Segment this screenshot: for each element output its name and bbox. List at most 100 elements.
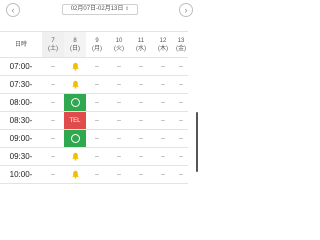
time-slot-row: 10:00- – – – – – – [0, 165, 188, 184]
day-of-week: (火) [114, 45, 124, 52]
slot-cell: – [152, 75, 174, 94]
slot-cell: – [174, 57, 188, 76]
day-date: 13 [177, 37, 185, 44]
day-date: 8 [73, 37, 77, 44]
chevron-left-icon: ‹ [11, 5, 15, 15]
circle-icon [70, 134, 80, 143]
slot-cell[interactable] [64, 57, 86, 76]
day-of-week: (水) [136, 45, 146, 52]
bell-icon [64, 80, 86, 89]
slot-cell: – [42, 93, 64, 112]
time-label: 07:00- [0, 57, 42, 76]
schedule-table: 日時 7 (土) 8 (日) 9 (月) 10 (火) 11 (水) 12 (木) 13 (金) 07:0… [0, 31, 188, 184]
time-slot-row: 08:30- – TEL – – – – – [0, 111, 188, 130]
chevron-updown-icon: ⇕ [125, 6, 130, 12]
circle-icon [70, 98, 80, 107]
time-label: 08:30- [0, 111, 42, 130]
day-header-8: 8 (日) [64, 31, 86, 58]
slot-cell: – [86, 165, 108, 184]
day-of-week: (木) [158, 45, 168, 52]
day-date: 10 [115, 37, 123, 44]
slot-cell: – [152, 165, 174, 184]
time-slot-row: 09:00- – – – – – – [0, 129, 188, 148]
time-label: 07:30- [0, 75, 42, 94]
slot-cell[interactable] [64, 75, 86, 94]
schedule-body: 07:00- – – – – – –07:30- – – – – – –08:00- – – – – – –08:3… [0, 57, 188, 184]
time-slot-row: 09:30- – – – – – – [0, 147, 188, 166]
prev-week-button[interactable]: ‹ [6, 3, 20, 17]
slot-cell: – [108, 93, 130, 112]
week-range-select[interactable]: 02月07日-02月13日 ⇕ [62, 4, 138, 15]
day-header-10: 10 (火) [108, 31, 130, 58]
slot-cell: – [108, 57, 130, 76]
slot-cell: – [152, 147, 174, 166]
slot-cell: – [174, 129, 188, 148]
time-slot-row: 07:30- – – – – – – [0, 75, 188, 94]
chevron-right-icon: › [184, 5, 188, 15]
slot-cell: – [86, 147, 108, 166]
slot-cell: – [174, 111, 188, 130]
day-header-12: 12 (木) [152, 31, 174, 58]
slot-cell: – [108, 129, 130, 148]
day-date: 7 [51, 37, 55, 44]
slot-cell: – [108, 147, 130, 166]
slot-cell[interactable] [64, 165, 86, 184]
schedule-header-row: 日時 7 (土) 8 (日) 9 (月) 10 (火) 11 (水) 12 (木) 13 (金) [0, 31, 188, 58]
slot-cell: – [174, 75, 188, 94]
slot-cell: – [86, 111, 108, 130]
time-slot-row: 08:00- – – – – – – [0, 93, 188, 112]
next-week-button[interactable]: › [179, 3, 193, 17]
time-slot-row: 07:00- – – – – – – [0, 57, 188, 76]
slot-cell: – [42, 75, 64, 94]
time-label: 09:00- [0, 129, 42, 148]
day-header-13: 13 (金) [174, 31, 188, 58]
day-date: 9 [95, 37, 99, 44]
time-label: 08:00- [0, 93, 42, 112]
time-column-header: 日時 [0, 31, 42, 58]
day-date: 11 [137, 37, 145, 44]
slot-cell: – [130, 111, 152, 130]
slot-cell: – [152, 93, 174, 112]
bell-icon [64, 170, 86, 179]
week-navigation-bar: ‹ 02月07日-02月13日 ⇕ › [0, 0, 200, 22]
slot-cell: – [108, 111, 130, 130]
slot-cell: – [86, 129, 108, 148]
day-header-11: 11 (水) [130, 31, 152, 58]
slot-cell: – [108, 165, 130, 184]
time-label: 10:00- [0, 165, 42, 184]
slot-cell: – [42, 57, 64, 76]
day-header-9: 9 (月) [86, 31, 108, 58]
slot-cell: – [130, 57, 152, 76]
slot-cell: – [86, 57, 108, 76]
day-of-week: (土) [48, 45, 58, 52]
slot-cell: – [130, 147, 152, 166]
slot-cell: – [174, 93, 188, 112]
week-range-label: 02月07日-02月13日 [70, 6, 124, 12]
slot-cell: – [152, 57, 174, 76]
slot-cell: – [86, 75, 108, 94]
slot-cell: – [130, 129, 152, 148]
slot-tel-cell[interactable]: TEL [64, 111, 86, 130]
vertical-scrollbar[interactable] [196, 112, 198, 172]
bell-icon [64, 152, 86, 161]
slot-cell: – [130, 165, 152, 184]
slot-cell: – [108, 75, 130, 94]
slot-available-cell[interactable] [64, 93, 86, 112]
time-label: 09:30- [0, 147, 42, 166]
slot-cell: – [86, 93, 108, 112]
slot-cell: – [42, 129, 64, 148]
slot-cell: – [42, 111, 64, 130]
slot-available-cell[interactable] [64, 129, 86, 148]
day-header-7: 7 (土) [42, 31, 64, 58]
slot-cell: – [174, 165, 188, 184]
slot-cell: – [174, 147, 188, 166]
day-of-week: (金) [176, 45, 186, 52]
slot-cell: – [42, 165, 64, 184]
slot-cell[interactable] [64, 147, 86, 166]
day-of-week: (日) [70, 45, 80, 52]
slot-cell: – [152, 111, 174, 130]
slot-cell: – [130, 75, 152, 94]
day-date: 12 [159, 37, 167, 44]
day-of-week: (月) [92, 45, 102, 52]
slot-cell: – [42, 147, 64, 166]
